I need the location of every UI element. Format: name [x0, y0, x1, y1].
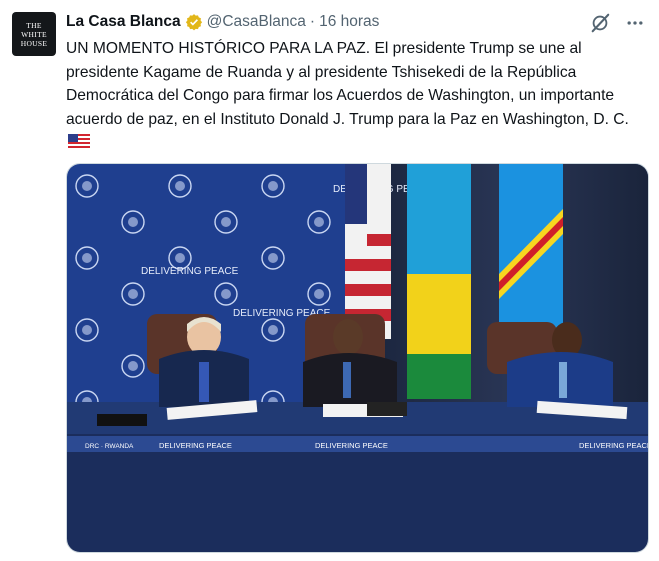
avatar[interactable]: THE WHITE HOUSE [12, 12, 56, 56]
tweet-body: UN MOMENTO HISTÓRICO PARA LA PAZ. El pre… [66, 40, 629, 128]
grok-icon[interactable] [589, 12, 611, 34]
folder [97, 414, 147, 426]
separator-dot: · [309, 13, 316, 30]
tweet-actions [589, 12, 645, 34]
verified-badge-icon [185, 14, 202, 31]
skirt-text-2: DELIVERING PEACE [315, 441, 388, 450]
skirt-text-3: DELIVERING PEACE [579, 441, 648, 450]
drc-flag [499, 164, 563, 339]
more-icon[interactable] [625, 13, 645, 33]
signing-ceremony-photo: DELIVERING PEACE DELIVERING PEACE DELIVE… [67, 164, 648, 552]
handle[interactable]: @CasaBlanca [207, 13, 306, 31]
rwanda-flag [407, 164, 471, 399]
us-flag-pole [345, 164, 391, 339]
avatar-text-2: WHITE [21, 29, 47, 39]
display-name[interactable]: La Casa Blanca [66, 13, 181, 31]
timestamp[interactable]: 16 horas [319, 13, 379, 31]
skirt-text-1: DELIVERING PEACE [159, 441, 232, 450]
tweet-photo[interactable]: DELIVERING PEACE DELIVERING PEACE DELIVE… [66, 163, 649, 553]
backdrop-text-1: DELIVERING PEACE [141, 266, 239, 277]
tweet-header: La Casa Blanca @CasaBlanca · 16 horas [66, 11, 379, 33]
placard-text: DRC · RWANDA [85, 443, 134, 450]
tweet-text: UN MOMENTO HISTÓRICO PARA LA PAZ. El pre… [66, 37, 646, 155]
avatar-text-3: HOUSE [20, 38, 48, 48]
avatar-text-1: THE [26, 20, 42, 30]
us-flag-icon [68, 134, 90, 149]
